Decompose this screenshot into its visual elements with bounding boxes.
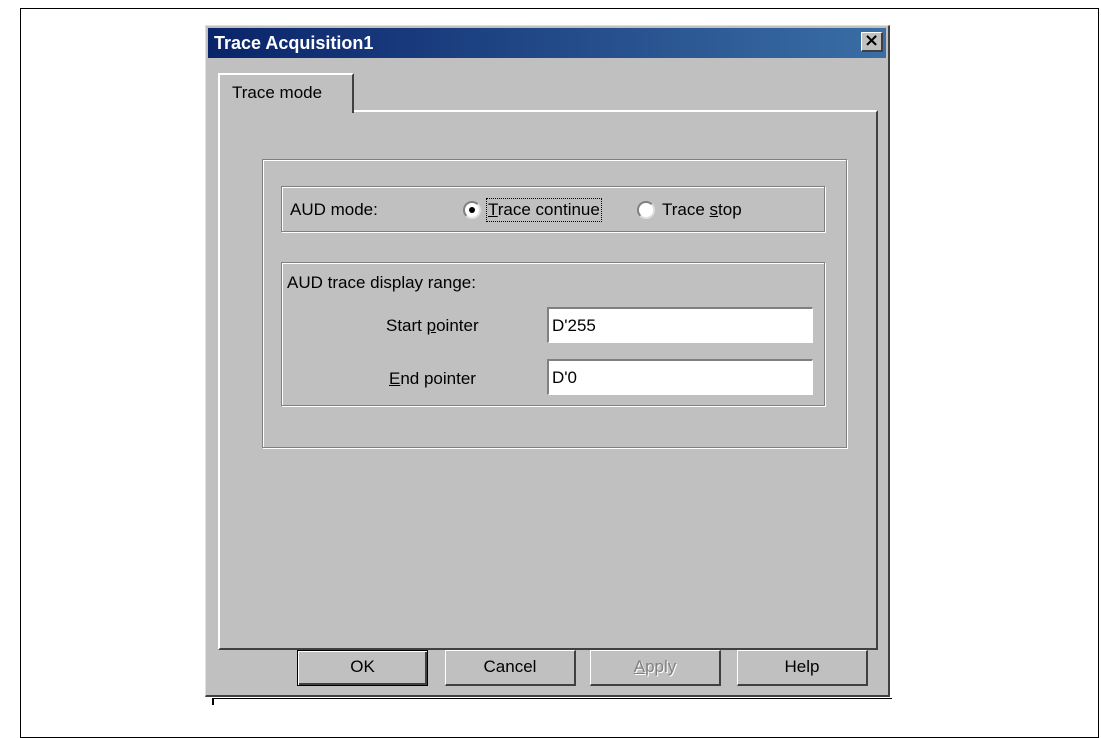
cancel-button[interactable]: Cancel [445, 650, 576, 686]
tab-panel-trace-mode: AUD mode: Trace continue Trace stop AUD … [218, 110, 878, 650]
display-range-label: AUD trace display range: [287, 273, 476, 292]
end-pointer-text: nd pointer [400, 369, 476, 388]
trace-continue-label[interactable]: Trace continue [486, 198, 602, 222]
close-button[interactable]: × [861, 32, 883, 52]
ok-button[interactable]: OK [297, 650, 428, 686]
aud-mode-group: AUD mode: Trace continue Trace stop [281, 186, 825, 232]
aud-mode-label: AUD mode: [290, 200, 378, 219]
divider [212, 698, 892, 699]
trace-stop-text-a: Trace [662, 200, 710, 219]
start-pointer-text-b: ointer [436, 316, 479, 335]
tab-trace-mode[interactable]: Trace mode [218, 73, 354, 113]
apply-button[interactable]: Apply [590, 650, 721, 686]
trace-stop-radio[interactable] [637, 201, 655, 219]
trace-continue-radio[interactable] [463, 201, 481, 219]
trace-continue-text: race continue [497, 200, 600, 219]
start-pointer-input[interactable] [547, 307, 813, 343]
divider-tick [212, 699, 214, 705]
trace-stop-label[interactable]: Trace stop [662, 200, 742, 220]
end-pointer-input[interactable] [547, 359, 813, 395]
trace-stop-text-b: top [718, 200, 742, 219]
window-title: Trace Acquisition1 [214, 33, 374, 53]
start-pointer-text-a: Start [386, 316, 427, 335]
apply-text: pply [645, 657, 677, 676]
settings-group: AUD mode: Trace continue Trace stop AUD … [262, 159, 847, 448]
tab-label: Trace mode [232, 83, 323, 102]
end-pointer-label: End pointer [389, 369, 476, 388]
start-pointer-label: Start pointer [386, 316, 479, 335]
display-range-group: AUD trace display range: Start pointer E… [281, 262, 825, 406]
radio-selected-dot [469, 207, 475, 213]
close-icon: × [863, 30, 880, 51]
help-button[interactable]: Help [737, 650, 868, 686]
trace-acquisition-dialog: Trace Acquisition1 × Trace mode AUD mode… [205, 25, 890, 697]
title-bar[interactable]: Trace Acquisition1 × [208, 28, 886, 58]
apply-accesskey: A [633, 657, 646, 676]
